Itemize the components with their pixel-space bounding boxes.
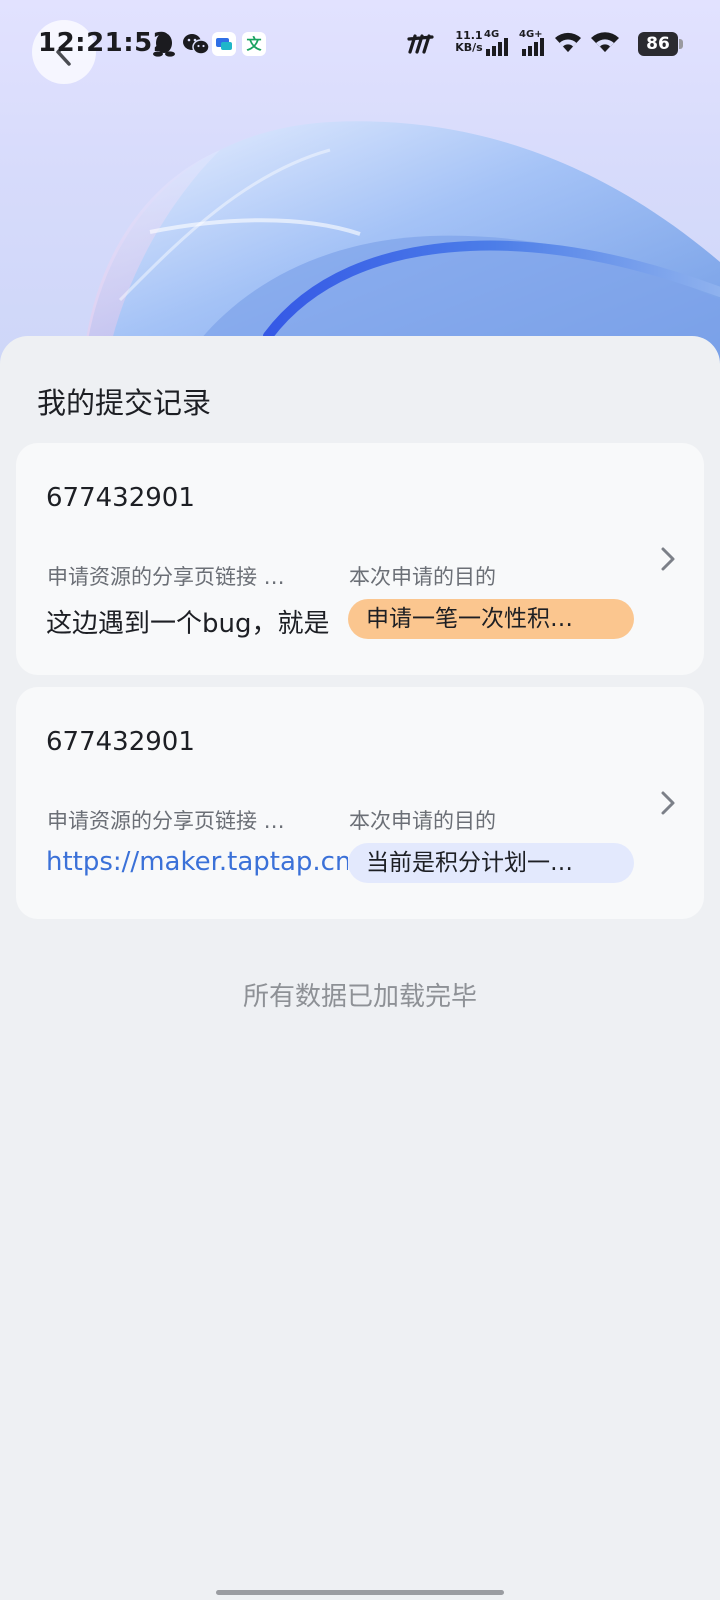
wechat-icon <box>183 34 210 55</box>
records-sheet: 我的提交记录 677432901 申请资源的分享页链接 … 本次申请的目的 这边… <box>0 336 720 1600</box>
all-loaded-notice: 所有数据已加载完毕 <box>242 982 477 1012</box>
chevron-right-icon <box>661 791 675 815</box>
home-indicator[interactable] <box>216 1590 504 1595</box>
status-bar: 12:21:52 文 11.1 KB/s 4G 4G+ 86 <box>0 0 720 90</box>
chevron-right-icon <box>661 547 675 571</box>
translate-app-icon: 文 <box>242 32 266 56</box>
wifi-icon-2 <box>591 32 619 52</box>
record-id: 677432901 <box>46 727 195 757</box>
record-card[interactable]: 677432901 申请资源的分享页链接 … 本次申请的目的 https://m… <box>16 687 704 919</box>
speed-badge-icon <box>407 34 434 54</box>
share-link-value: 这边遇到一个bug，就是 <box>46 609 330 639</box>
network-speed-unit: KB/s <box>455 41 483 54</box>
signal-icon-2 <box>522 38 544 56</box>
wifi-icon <box>555 32 581 52</box>
purpose-chip: 申请一笔一次性积… <box>348 599 634 639</box>
message-app-icon <box>212 32 236 56</box>
record-card[interactable]: 677432901 申请资源的分享页链接 … 本次申请的目的 这边遇到一个bug… <box>16 443 704 675</box>
share-link-label: 申请资源的分享页链接 … <box>47 565 285 589</box>
battery-indicator: 86 <box>638 32 683 56</box>
record-id: 677432901 <box>46 483 195 513</box>
qq-icon <box>153 33 175 57</box>
signal-icon <box>486 38 508 56</box>
share-link-value[interactable]: https://maker.taptap.cn <box>46 847 348 877</box>
network-speed: 11.1 KB/s <box>452 30 486 54</box>
purpose-label: 本次申请的目的 <box>349 809 496 833</box>
page-title: 我的提交记录 <box>37 386 212 420</box>
purpose-chip: 当前是积分计划一… <box>348 843 634 883</box>
share-link-label: 申请资源的分享页链接 … <box>47 809 285 833</box>
purpose-label: 本次申请的目的 <box>349 565 496 589</box>
